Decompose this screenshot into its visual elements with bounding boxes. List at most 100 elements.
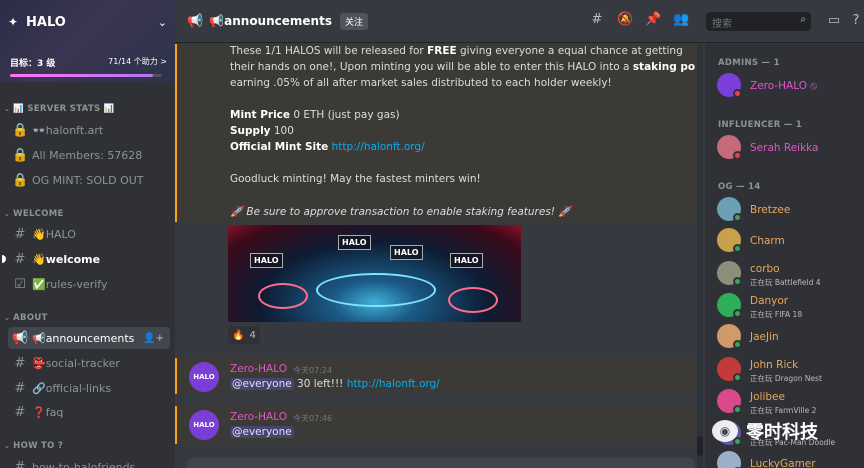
stage-ring (258, 283, 308, 309)
member-item[interactable]: Bretzee (717, 194, 862, 226)
announcement-image[interactable]: HALO HALO HALO HALO (228, 225, 521, 322)
channel-header: 📢 📢announcements 关注 # 🔕 📌 👥 搜索 ⌕ ▭ ? (175, 0, 864, 43)
member-item[interactable]: JaeJin (717, 321, 862, 353)
chevron-down-icon: ⌄ (4, 314, 11, 322)
scrollbar-thumb[interactable] (697, 436, 703, 456)
category-label: ABOUT (13, 313, 48, 323)
member-list-icon[interactable]: 👥 (673, 12, 689, 28)
member-name: Danyor (750, 295, 789, 307)
member-name: Zero-HALO ⦸ (750, 80, 818, 92)
hash-icon: # (14, 226, 26, 242)
unread-indicator (2, 255, 6, 263)
message-timestamp: 今天07:24 (293, 366, 333, 375)
member-item[interactable]: Danyor 正在玩 FIFA 18 (717, 290, 862, 322)
avatar[interactable]: HALO (189, 410, 219, 440)
member-category-admins: ADMINS — 1 (718, 58, 780, 68)
image-sign: HALO (390, 245, 423, 260)
message-body: @everyone 30 left!!! http://halonft.org/ (230, 378, 440, 390)
category-label: 📊 SERVER STATS 📊 (13, 104, 115, 114)
member-name: John Rick (750, 359, 799, 371)
megaphone-icon: 📢 (187, 13, 204, 29)
reaction-fire[interactable]: 🔥 4 (228, 326, 260, 344)
message-composer[interactable] (187, 458, 695, 468)
member-item[interactable]: Zero-HALO ⦸ (717, 70, 862, 102)
mute-bell-icon[interactable]: 🔕 (617, 12, 633, 28)
channel-stats-members[interactable]: 🔒 All Members: 57628 (8, 144, 170, 166)
invite-icon[interactable]: 👤+ (143, 333, 164, 344)
chevron-down-icon: ⌄ (4, 105, 11, 113)
everyone-mention[interactable]: @everyone (230, 378, 294, 390)
rules-icon: ☑ (14, 276, 26, 292)
channel-label: OG MINT: SOLD OUT (32, 173, 144, 187)
category-label: WELCOME (13, 209, 64, 219)
official-mint-site: Official Mint Site http://halonft.org/ (230, 141, 425, 153)
staking-note: 🚀 Be sure to approve transaction to enab… (230, 206, 572, 218)
channel-social-tracker[interactable]: # 👺social-tracker (8, 352, 170, 374)
wechat-logo-icon: ◉ (712, 420, 738, 442)
channel-rules-verify[interactable]: ☑ ✅rules-verify (8, 273, 170, 295)
category-welcome[interactable]: ⌄ WELCOME (4, 209, 64, 219)
server-header[interactable]: ✦ HALO ⌄ 目标：3 级 71/14 个助力 > (0, 0, 175, 82)
watermark: ◉ 零时科技 (712, 416, 862, 446)
message-author[interactable]: Zero-HALO (230, 363, 287, 375)
member-name: LuckyGamer (750, 458, 816, 468)
avatar[interactable]: HALO (189, 362, 219, 392)
message-author[interactable]: Zero-HALO (230, 411, 287, 423)
chevron-down-icon[interactable]: ⌄ (158, 16, 167, 29)
mint-site-link[interactable]: http://halonft.org/ (332, 141, 425, 153)
server-logo-icon: ✦ (8, 15, 19, 29)
channel-label: how-to-halofriends (32, 460, 136, 468)
member-activity: 正在玩 FarmVille 2 (750, 406, 817, 415)
watermark-text: 零时科技 (746, 422, 818, 443)
chat-scrollbar[interactable] (697, 44, 703, 468)
message-link[interactable]: http://halonft.org/ (347, 378, 440, 390)
member-name: Charm (750, 235, 785, 247)
channel-label: ❓faq (32, 405, 64, 419)
channel-label: 📢announcements (32, 331, 135, 345)
channel-announcements[interactable]: 📢 📢announcements 👤+ (8, 327, 170, 349)
message-timestamp: 今天07:46 (293, 414, 333, 423)
member-name: Jolibee (750, 391, 785, 403)
fire-emoji-icon: 🔥 (232, 329, 245, 341)
hash-icon: # (14, 459, 26, 468)
channel-halo[interactable]: # 👋HALO (8, 223, 170, 245)
channel-how-to-halofriends[interactable]: # how-to-halofriends (8, 456, 170, 468)
discord-app: ✦ HALO ⌄ 目标：3 级 71/14 个助力 > ⌄ 📊 SERVER S… (0, 0, 864, 468)
help-icon[interactable]: ? (848, 13, 864, 29)
follow-button[interactable]: 关注 (339, 12, 368, 30)
status-indicator (733, 244, 742, 253)
member-name: corbo (750, 263, 780, 275)
member-item[interactable]: Jolibee 正在玩 FarmVille 2 (717, 386, 862, 418)
member-activity: 正在玩 FIFA 18 (750, 310, 803, 319)
stage-ring (316, 273, 436, 307)
megaphone-icon: 📢 (12, 330, 29, 346)
category-server-stats[interactable]: ⌄ 📊 SERVER STATS 📊 (4, 104, 115, 114)
category-about[interactable]: ⌄ ABOUT (4, 313, 48, 323)
member-name: Serah Reikka (750, 142, 819, 154)
pin-icon[interactable]: 📌 (645, 12, 661, 28)
category-how-to[interactable]: ⌄ HOW TO ? (4, 441, 63, 451)
everyone-mention[interactable]: @everyone (230, 426, 294, 438)
channel-stats-og-mint[interactable]: 🔒 OG MINT: SOLD OUT (8, 169, 170, 191)
member-item[interactable]: corbo 正在玩 Battlefield 4 (717, 258, 862, 290)
channel-faq[interactable]: # ❓faq (8, 401, 170, 423)
search-input[interactable]: 搜索 ⌕ (706, 12, 811, 31)
channel-welcome[interactable]: # 👋welcome (2, 248, 170, 270)
member-item[interactable]: Charm (717, 225, 862, 257)
channel-label: ✅rules-verify (32, 277, 108, 291)
inbox-icon[interactable]: ▭ (826, 13, 842, 29)
member-activity: 正在玩 Battlefield 4 (750, 278, 821, 287)
boost-count: 71/14 个助力 > (108, 57, 167, 66)
lock-icon: 🔒 (12, 172, 29, 188)
member-item[interactable]: LuckyGamer (717, 448, 862, 468)
channel-official-links[interactable]: # 🔗official-links (8, 377, 170, 399)
search-icon: ⌕ (800, 14, 806, 25)
member-item[interactable]: Serah Reikka (717, 132, 862, 164)
member-item[interactable]: John Rick 正在玩 Dragon Nest (717, 354, 862, 386)
channel-stats-site[interactable]: 🔒 👓halonft.art (8, 119, 170, 141)
hash-icon: # (14, 380, 26, 396)
announcement-line-3: earning .05% of all after market sales d… (230, 77, 612, 89)
member-activity: 正在玩 Dragon Nest (750, 374, 822, 383)
boost-goal-row[interactable]: 目标：3 级 71/14 个助力 > (10, 56, 167, 70)
threads-icon[interactable]: # (589, 12, 605, 28)
